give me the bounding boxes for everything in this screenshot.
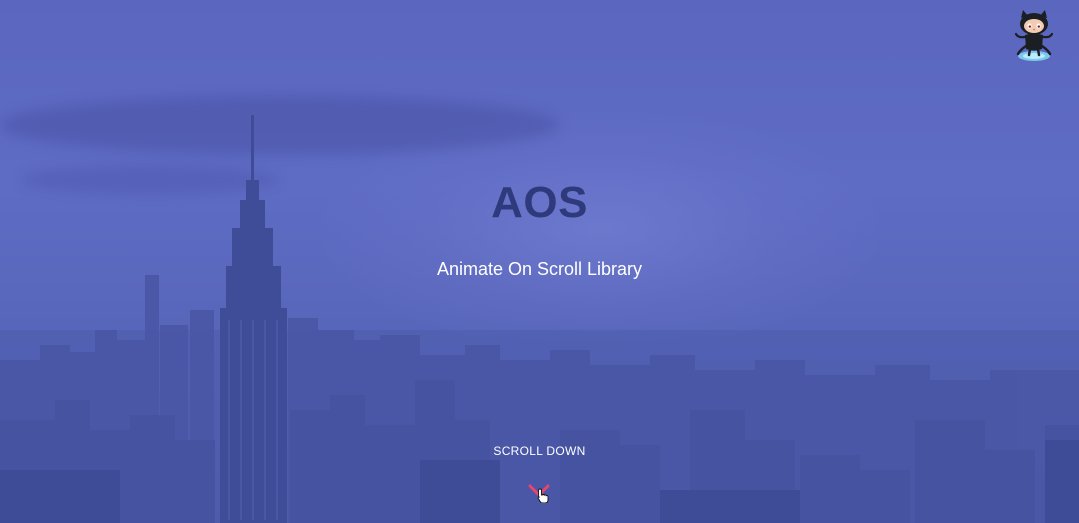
page-subtitle: Animate On Scroll Library [436,259,643,279]
page-title: AOS [491,178,588,227]
github-octocat-icon[interactable] [1006,8,1062,64]
hero-section: AOS Animate On Scroll Library SCROLL DOW… [0,0,1079,523]
scroll-down-label[interactable]: SCROLL DOWN [0,444,1079,458]
chevron-down-icon[interactable] [527,481,551,503]
